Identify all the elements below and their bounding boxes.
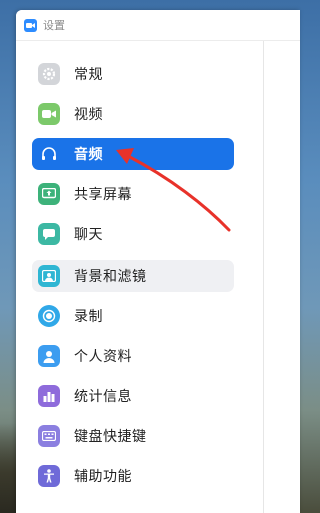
sidebar-item-label: 常规: [74, 67, 103, 83]
sidebar-item-label: 音频: [74, 147, 103, 163]
sidebar-item-label: 共享屏幕: [74, 187, 132, 203]
zoom-app-icon: [24, 18, 37, 32]
settings-sidebar: 常规 视频 音频 共享屏幕 聊天 背景和滤镜 录制 个人资料 统计信息 键盘快捷…: [16, 41, 246, 513]
sidebar-item-label: 辅助功能: [74, 469, 132, 485]
sidebar-item-chat[interactable]: 聊天: [32, 218, 234, 250]
gear-icon: [38, 63, 60, 85]
sidebar-item-share-screen[interactable]: 共享屏幕: [32, 178, 234, 210]
person-icon: [38, 345, 60, 367]
sidebar-item-label: 键盘快捷键: [74, 429, 147, 445]
sidebar-item-video[interactable]: 视频: [32, 98, 234, 130]
sidebar-item-statistics[interactable]: 统计信息: [32, 380, 234, 412]
background-image-icon: [38, 265, 60, 287]
sidebar-item-general[interactable]: 常规: [32, 58, 234, 90]
sidebar-item-accessibility[interactable]: 辅助功能: [32, 460, 234, 492]
sidebar-item-label: 视频: [74, 107, 103, 123]
sidebar-item-profile[interactable]: 个人资料: [32, 340, 234, 372]
sidebar-item-label: 录制: [74, 309, 103, 325]
sidebar-item-keyboard-shortcuts[interactable]: 键盘快捷键: [32, 420, 234, 452]
sidebar-item-background-filters[interactable]: 背景和滤镜: [32, 260, 234, 292]
sidebar-divider: [263, 41, 264, 513]
sidebar-item-audio[interactable]: 音频: [32, 138, 234, 170]
accessibility-icon: [38, 465, 60, 487]
headphones-icon: [38, 143, 60, 165]
chat-bubble-icon: [38, 223, 60, 245]
sidebar-item-label: 聊天: [74, 227, 103, 243]
sidebar-item-label: 统计信息: [74, 389, 132, 405]
sidebar-item-label: 背景和滤镜: [74, 269, 147, 285]
title-bar: 设置: [16, 10, 300, 41]
video-camera-icon: [38, 103, 60, 125]
window-title: 设置: [43, 19, 65, 32]
record-icon: [38, 305, 60, 327]
sidebar-item-recording[interactable]: 录制: [32, 300, 234, 332]
bar-chart-icon: [38, 385, 60, 407]
share-screen-icon: [38, 183, 60, 205]
keyboard-icon: [38, 425, 60, 447]
settings-window: 设置 常规 视频 音频 共享屏幕 聊天 背景和滤镜 录制 个人资料 统计信息 键…: [16, 10, 300, 513]
sidebar-item-label: 个人资料: [74, 349, 132, 365]
